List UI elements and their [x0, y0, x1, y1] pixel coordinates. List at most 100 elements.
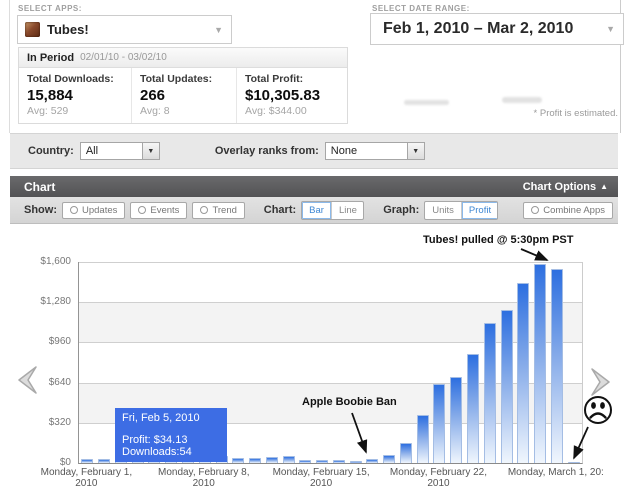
bar-slot: [548, 269, 565, 463]
chart-bar[interactable]: [551, 269, 563, 463]
bar-slot: [314, 460, 331, 463]
y-axis-label: $320: [0, 417, 71, 428]
chart-bar[interactable]: [232, 458, 244, 463]
app-select-dropdown[interactable]: Tubes! ▼: [17, 15, 232, 44]
appfigures-dashboard: SELECT APPS: Tubes! ▼ SELECT DATE RANGE:…: [0, 0, 630, 491]
chart-options-button[interactable]: Chart Options ▲: [523, 181, 608, 193]
chart-bar[interactable]: [249, 458, 261, 463]
chart-bar[interactable]: [266, 457, 278, 463]
chart-bar[interactable]: [417, 415, 429, 463]
chart-bar[interactable]: [501, 310, 513, 463]
chart-bar[interactable]: [366, 459, 378, 463]
overlay-ranks-select[interactable]: None ▼: [325, 142, 425, 160]
in-period-title: In Period: [27, 52, 74, 64]
chart-bar[interactable]: [467, 354, 479, 463]
chart-bar[interactable]: [383, 455, 395, 463]
bar-slot: [297, 460, 314, 463]
chart-bar[interactable]: [484, 323, 496, 463]
chart-bar[interactable]: [316, 460, 328, 463]
chevron-down-icon: ▼: [606, 24, 623, 34]
chart-bar[interactable]: [333, 460, 345, 463]
stat-value: 15,884: [27, 87, 123, 104]
bar-slot: [565, 462, 582, 463]
radio-icon: [138, 206, 146, 214]
y-axis-label: $640: [0, 377, 71, 388]
chart-tooltip: Fri, Feb 5, 2010 Profit: $34.13 Download…: [115, 408, 227, 462]
sad-face-icon: [580, 393, 616, 429]
chevron-down-icon: ▼: [214, 25, 231, 35]
bar-slot: [364, 459, 381, 463]
graph-mode-segmented: Units Profit: [424, 201, 498, 220]
chart-bar[interactable]: [350, 461, 362, 463]
stat-avg: Avg: 529: [27, 105, 123, 117]
graph-mode-label: Graph:: [383, 204, 419, 216]
chart-bar[interactable]: [400, 443, 412, 463]
chart-mode-bar[interactable]: Bar: [302, 202, 332, 219]
chart-bar[interactable]: [568, 462, 580, 463]
country-select[interactable]: All ▼: [80, 142, 160, 160]
bar-slot: [431, 384, 448, 463]
bar-slot: [280, 456, 297, 463]
button-label: Updates: [82, 205, 117, 216]
bar-slot: [247, 458, 264, 463]
show-trend-button[interactable]: Trend: [192, 202, 244, 219]
x-axis-label: Monday, February 15,2010: [261, 467, 381, 489]
chart-options-label: Chart Options: [523, 181, 596, 193]
chart-mode-line[interactable]: Line: [332, 202, 364, 219]
overlay-select-value: None: [326, 145, 407, 157]
in-period-range: 02/01/10 - 03/02/10: [80, 52, 167, 63]
bar-slot: [398, 443, 415, 463]
date-range-value: Feb 1, 2010 – Mar 2, 2010: [383, 20, 573, 38]
panel-left-border: [9, 0, 10, 133]
artifact-smudge: [502, 97, 542, 103]
stat-label: Total Updates:: [140, 73, 228, 85]
stat-total-profit: Total Profit: $10,305.83 Avg: $344.00: [237, 68, 347, 123]
radio-icon: [531, 206, 539, 214]
select-date-range-label: SELECT DATE RANGE:: [372, 4, 470, 13]
in-period-header: In Period 02/01/10 - 03/02/10: [19, 48, 347, 68]
chart-bar[interactable]: [81, 459, 93, 463]
select-apps-label: SELECT APPS:: [18, 4, 82, 13]
chart-bar[interactable]: [283, 456, 295, 463]
chart-bar[interactable]: [299, 460, 311, 463]
chart-bar[interactable]: [433, 384, 445, 463]
annotation-tubes-pulled: Tubes! pulled @ 5:30pm PST: [423, 234, 574, 246]
app-select-value: Tubes!: [47, 22, 89, 37]
annotation-boobie-ban: Apple Boobie Ban: [302, 396, 397, 408]
bar-slot: [381, 455, 398, 463]
bar-slot: [230, 458, 247, 463]
graph-mode-units[interactable]: Units: [425, 202, 462, 219]
x-axis-label: Monday, March 1, 20:: [496, 467, 616, 478]
filter-bar: Country: All ▼ Overlay ranks from: None …: [10, 133, 618, 169]
overlay-ranks-label: Overlay ranks from:: [215, 145, 319, 157]
x-axis-label: Monday, February 1,2010: [26, 467, 146, 489]
graph-mode-profit[interactable]: Profit: [462, 202, 498, 219]
arrow-tubes-pulled: [521, 249, 547, 260]
bar-slot: [263, 457, 280, 463]
tooltip-date: Fri, Feb 5, 2010: [122, 412, 220, 424]
date-range-dropdown[interactable]: Feb 1, 2010 – Mar 2, 2010 ▼: [370, 13, 624, 45]
y-axis-label: $1,600: [0, 256, 71, 267]
chart-bar[interactable]: [450, 377, 462, 463]
tooltip-profit: Profit: $34.13: [122, 434, 220, 446]
bar-slot: [465, 354, 482, 463]
bar-slot: [96, 459, 113, 463]
bar-slot: [79, 459, 96, 463]
tooltip-downloads: Downloads:54: [122, 446, 220, 458]
show-events-button[interactable]: Events: [130, 202, 187, 219]
stat-value: $10,305.83: [245, 87, 339, 104]
combine-apps-button[interactable]: Combine Apps: [523, 202, 613, 219]
chart-toolbar: Show: Updates Events Trend Chart: Bar Li…: [10, 197, 618, 224]
profit-estimated-note: * Profit is estimated.: [534, 108, 618, 119]
show-updates-button[interactable]: Updates: [62, 202, 125, 219]
chevron-down-icon: ▼: [142, 143, 159, 159]
chevron-up-icon: ▲: [600, 182, 608, 191]
bar-slot: [414, 415, 431, 463]
artifact-smudge: [404, 100, 449, 105]
chart-bar[interactable]: [517, 283, 529, 463]
bar-slot: [532, 264, 549, 463]
chart-bar[interactable]: [534, 264, 546, 463]
chart-bar[interactable]: [98, 459, 110, 463]
x-axis-label: Monday, February 22,2010: [378, 467, 498, 489]
stat-total-downloads: Total Downloads: 15,884 Avg: 529: [19, 68, 132, 123]
